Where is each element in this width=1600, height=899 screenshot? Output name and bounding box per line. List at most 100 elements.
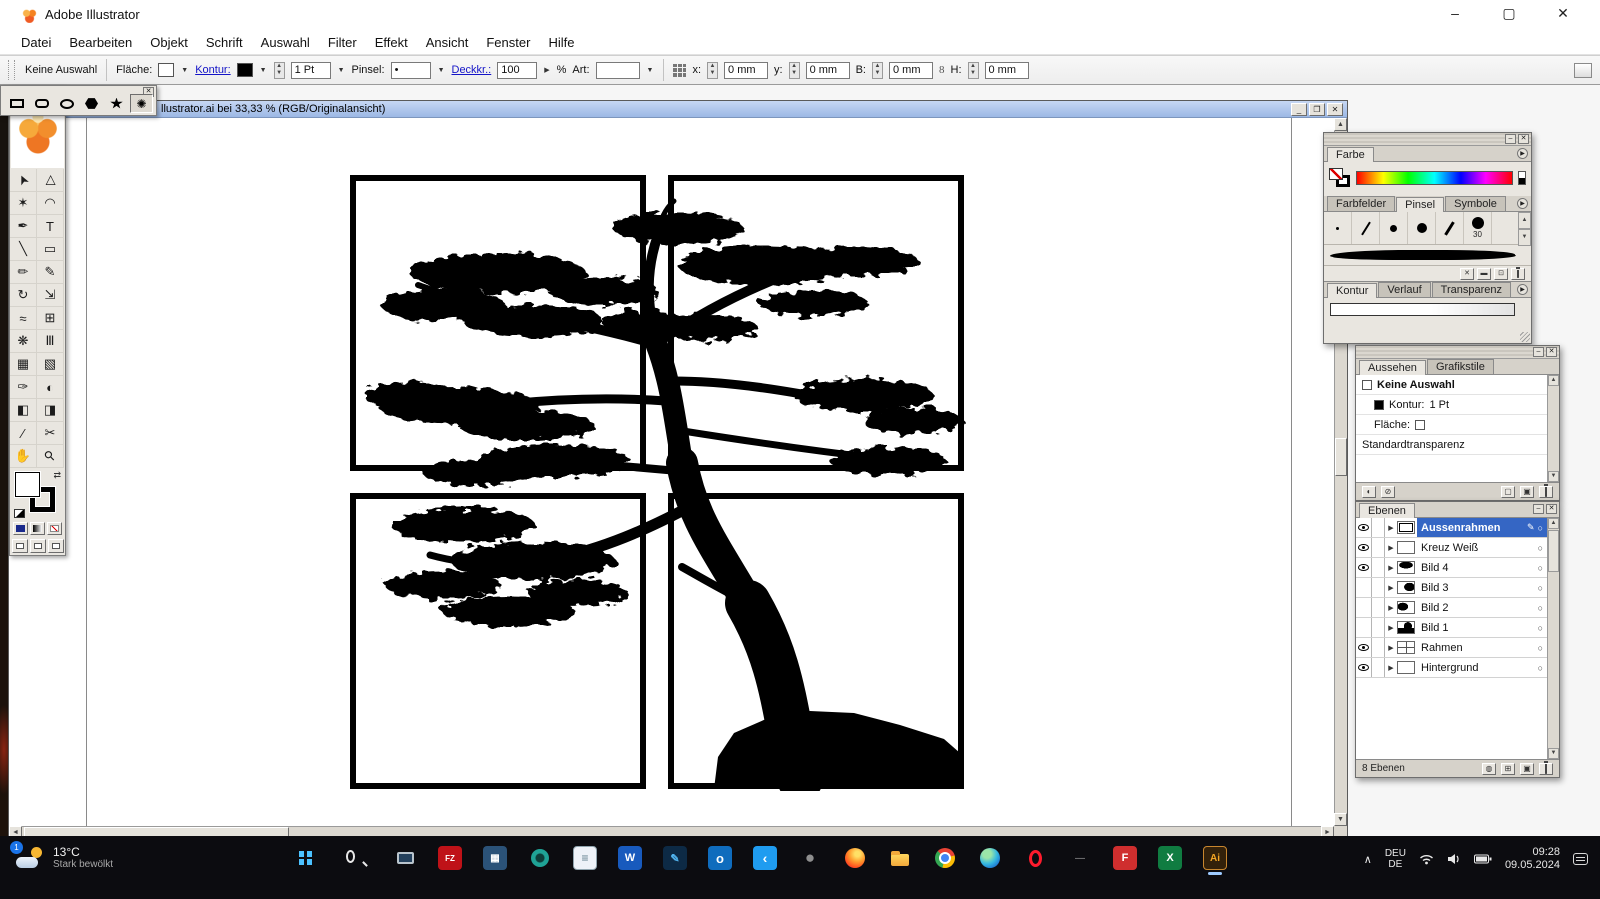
visibility-toggle[interactable] (1356, 518, 1372, 537)
layers-scrollbar[interactable]: ▲ ▼ (1547, 518, 1559, 759)
target-circle-icon[interactable]: ○ (1538, 543, 1543, 553)
visibility-toggle[interactable] (1356, 618, 1372, 637)
target-circle-icon[interactable]: ○ (1538, 603, 1543, 613)
brush-item[interactable] (1352, 212, 1380, 244)
target-circle-icon[interactable]: ○ (1538, 643, 1543, 653)
panel-header[interactable]: – ✕ (1356, 346, 1559, 359)
panel-minimize-button[interactable]: – (1533, 504, 1544, 514)
layer-name-zone[interactable]: Aussenrahmen ✎ ○ (1417, 518, 1547, 537)
appearance-row-selection[interactable]: Keine Auswahl (1356, 375, 1559, 395)
clear-appearance-icon[interactable]: ⊘ (1381, 486, 1395, 498)
pencil-tool[interactable]: ✎ (37, 261, 64, 284)
visibility-toggle[interactable] (1356, 558, 1372, 577)
layer-name-zone[interactable]: Bild 3 ✎ ○ (1417, 578, 1547, 597)
chrome-icon[interactable] (933, 846, 957, 870)
rectangle-shape-tool[interactable] (5, 94, 28, 113)
panel-close-button[interactable]: ✕ (1546, 347, 1557, 357)
visibility-toggle[interactable] (1356, 598, 1372, 617)
opacity-field[interactable]: 100 (497, 62, 537, 79)
layer-row[interactable]: ▶ Kreuz Weiß ✎ ○ (1356, 538, 1547, 558)
panel-minimize-button[interactable]: – (1533, 347, 1544, 357)
notification-center-icon[interactable] (1573, 853, 1588, 865)
fill-color-swatch[interactable] (15, 472, 40, 497)
clock[interactable]: 09:28 09.05.2024 (1505, 846, 1560, 872)
panel-menu-icon[interactable]: ▶ (1517, 148, 1528, 159)
stroke-tab[interactable]: Transparenz (1432, 282, 1511, 297)
scroll-down-button[interactable]: ▼ (1548, 748, 1559, 759)
standard-screen-button[interactable] (12, 539, 28, 553)
color-button[interactable] (13, 522, 28, 535)
lock-toggle[interactable] (1372, 578, 1385, 597)
remove-brush-button[interactable]: ✕ (1460, 268, 1474, 280)
volume-icon[interactable] (1447, 853, 1461, 865)
expand-triangle-icon[interactable]: ▶ (1385, 518, 1397, 537)
tab-ebenen[interactable]: Ebenen (1359, 503, 1415, 518)
tab-farbe[interactable]: Farbe (1327, 147, 1374, 162)
layer-row[interactable]: ▶ Bild 1 ✎ ○ (1356, 618, 1547, 638)
live-paint-selection-tool[interactable]: ◨ (37, 399, 64, 422)
target-circle-icon[interactable]: ○ (1538, 623, 1543, 633)
none-button[interactable] (47, 522, 62, 535)
outlook-icon[interactable]: o (708, 846, 732, 870)
layer-row[interactable]: ▶ Bild 3 ✎ ○ (1356, 578, 1547, 598)
keyboard-language-indicator[interactable]: DEU DE (1385, 848, 1406, 870)
expand-triangle-icon[interactable]: ▶ (1385, 598, 1397, 617)
maximize-button[interactable]: ▢ (1500, 5, 1518, 22)
doc-minimize-button[interactable]: _ (1291, 103, 1307, 116)
star-shape-tool[interactable] (105, 94, 128, 113)
menu-item[interactable]: Datei (14, 33, 58, 52)
panel-menu-icon[interactable]: ▶ (1517, 284, 1528, 295)
rotate-tool[interactable]: ↻ (10, 284, 37, 307)
doc-restore-button[interactable]: ❐ (1309, 103, 1325, 116)
new-art-basic-icon[interactable]: ◐ (1362, 486, 1376, 498)
panel-close-button[interactable]: ✕ (1518, 134, 1529, 144)
gradient-button[interactable] (30, 522, 45, 535)
brush-item[interactable] (1380, 212, 1408, 244)
brush-item[interactable]: 30 (1464, 212, 1492, 244)
controlbar-grip[interactable] (8, 60, 15, 80)
explorer-icon[interactable] (888, 846, 912, 870)
paintbrush-tool[interactable]: ✏ (10, 261, 37, 284)
edge-icon[interactable] (978, 846, 1002, 870)
brush-item[interactable] (1324, 212, 1352, 244)
screen-app-icon[interactable] (393, 846, 417, 870)
zoom-tool[interactable]: ⚲ (37, 445, 64, 468)
menu-item[interactable]: Ansicht (419, 33, 476, 52)
search-button[interactable] (348, 846, 372, 870)
hidden-icons-chevron[interactable]: ∧ (1364, 853, 1372, 866)
layer-name-zone[interactable]: Bild 1 ✎ ○ (1417, 618, 1547, 637)
hand-tool[interactable]: ✋ (10, 445, 37, 468)
color-spectrum-ramp[interactable] (1356, 171, 1513, 185)
mini-fill-stroke-indicator[interactable] (1329, 168, 1351, 188)
magic-wand-tool[interactable]: ✶ (10, 192, 37, 215)
new-item-icon[interactable]: ▣ (1520, 486, 1534, 498)
battery-icon[interactable] (1474, 854, 1492, 864)
selection-tool[interactable]: ➤ (10, 169, 37, 192)
lock-toggle[interactable] (1372, 538, 1385, 557)
scroll-up-button[interactable]: ▲ (1548, 518, 1559, 529)
new-sublayer-button[interactable]: ⊞ (1501, 763, 1515, 775)
x-stepper[interactable]: ▲▼ (707, 62, 718, 79)
hidden-app-icon[interactable]: — (1068, 846, 1092, 870)
stroke-swatch[interactable] (237, 63, 253, 77)
menu-item[interactable]: Filter (321, 33, 364, 52)
fill-swatch[interactable] (158, 63, 174, 77)
scroll-down-button[interactable]: ▼ (1548, 471, 1559, 482)
delete-item-button[interactable] (1539, 486, 1553, 498)
reference-point-grid-icon[interactable] (673, 64, 686, 77)
height-field[interactable]: 0 mm (985, 62, 1029, 79)
brush-item-charcoal[interactable] (1324, 245, 1531, 266)
polygon-shape-tool[interactable] (80, 94, 103, 113)
wifi-icon[interactable] (1419, 853, 1434, 865)
menu-item[interactable]: Objekt (143, 33, 195, 52)
delete-layer-button[interactable] (1539, 763, 1553, 775)
chevron-down-icon[interactable]: ▼ (337, 67, 346, 74)
layers-scroll-thumb[interactable] (1548, 530, 1559, 572)
start-button[interactable] (303, 846, 327, 870)
brush-item[interactable] (1408, 212, 1436, 244)
expand-triangle-icon[interactable]: ▶ (1385, 638, 1397, 657)
notepad-icon[interactable]: ≡ (573, 846, 597, 870)
settings-app-icon[interactable]: ● (798, 846, 822, 870)
visibility-toggle[interactable] (1356, 578, 1372, 597)
target-circle-icon[interactable]: ○ (1538, 583, 1543, 593)
